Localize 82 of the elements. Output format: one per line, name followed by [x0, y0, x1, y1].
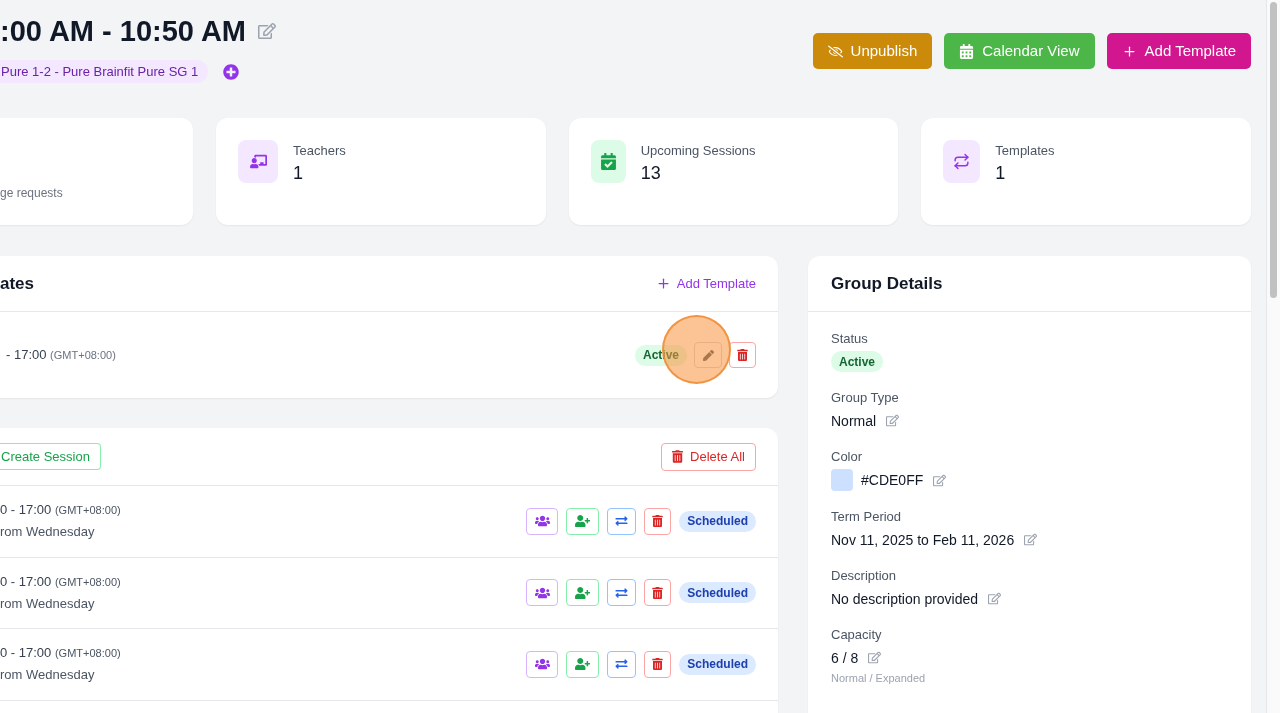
scrollbar-thumb[interactable] [1270, 2, 1277, 298]
unpublish-button[interactable]: Unpublish [812, 33, 933, 69]
users-icon [534, 586, 550, 599]
add-student-button[interactable] [566, 650, 600, 678]
teacher-board-icon [238, 140, 278, 183]
field-label: Capacity [831, 627, 882, 643]
edit-icon[interactable] [1024, 533, 1038, 546]
field-label: Status [831, 331, 868, 347]
field-value: 6 / 8 [831, 648, 859, 668]
swap-arrows-icon [615, 586, 629, 599]
stat-label: Upcoming Sessions [640, 142, 756, 159]
card-title: Group Details [831, 272, 943, 295]
swap-button[interactable] [607, 650, 637, 678]
field-value: Normal [831, 411, 877, 431]
repeat-arrows-icon [943, 140, 981, 183]
field-value: Nov 11, 2025 to Feb 11, 2026 [831, 530, 1015, 550]
delete-button[interactable] [644, 507, 672, 535]
plus-icon [1121, 43, 1137, 59]
stat-value: 1 [293, 162, 303, 185]
session-note: rom Wednesday [0, 595, 96, 612]
calendar-icon [959, 43, 975, 59]
calendar-view-button[interactable]: Calendar View [944, 33, 1095, 69]
stat-label: Templates [995, 142, 1055, 159]
trash-icon [652, 586, 664, 599]
session-time: 0 - 17:00 (GMT+08:00) [0, 502, 121, 519]
status-badge: Scheduled [679, 653, 756, 675]
trash-icon [737, 349, 748, 361]
trash-icon [652, 658, 664, 671]
add-student-button[interactable] [566, 507, 600, 535]
users-icon [534, 658, 550, 671]
trash-icon [672, 450, 684, 463]
students-button[interactable] [526, 579, 559, 607]
field-label: Term Period [831, 509, 902, 525]
edit-icon[interactable] [868, 651, 882, 664]
edit-icon[interactable] [988, 592, 1002, 605]
template-time: - 17:00 (GMT+08:00) [6, 346, 116, 365]
page-title: :00 AM - 10:50 AM [0, 14, 247, 48]
card-title: ates [0, 272, 35, 295]
swap-button[interactable] [607, 507, 637, 535]
swap-arrows-icon [615, 658, 629, 671]
add-template-link[interactable]: Add Template [655, 273, 756, 294]
status-badge: Active [831, 351, 884, 372]
trash-icon [652, 515, 664, 528]
delete-all-button[interactable]: Delete All [661, 442, 756, 471]
status-badge: Scheduled [679, 510, 756, 532]
session-time: 0 - 17:00 (GMT+08:00) [0, 573, 121, 590]
session-time: 0 - 17:00 (GMT+08:00) [0, 645, 121, 662]
field-note: Normal / Expanded [831, 671, 926, 685]
students-button[interactable] [526, 650, 559, 678]
stat-value: 1 [995, 162, 1006, 185]
status-badge: Scheduled [679, 582, 756, 604]
add-student-button[interactable] [566, 579, 600, 607]
add-template-button[interactable]: Add Template [1106, 33, 1251, 69]
field-label: Group Type [831, 390, 899, 406]
stat-label: Teachers [293, 142, 346, 159]
students-button[interactable] [526, 507, 559, 535]
swap-arrows-icon [615, 515, 629, 528]
swap-button[interactable] [607, 579, 637, 607]
field-label: Color [831, 449, 863, 465]
edit-button[interactable] [694, 342, 722, 368]
plus-icon [655, 276, 671, 291]
field-value: No description provided [831, 589, 979, 609]
eye-slash-icon [827, 43, 843, 59]
edit-icon[interactable] [886, 414, 900, 427]
user-plus-icon [575, 515, 591, 528]
session-note: rom Wednesday [0, 667, 96, 684]
session-note: rom Wednesday [0, 524, 96, 541]
calendar-check-icon [590, 140, 626, 183]
stat-caption: ge requests [0, 185, 63, 202]
user-plus-icon [575, 658, 591, 671]
stat-value: 13 [640, 162, 661, 185]
edit-icon[interactable] [933, 473, 947, 487]
users-icon [534, 515, 550, 528]
field-value: #CDE0FF [861, 471, 924, 490]
delete-button[interactable] [644, 579, 672, 607]
field-label: Description [831, 568, 897, 584]
user-plus-icon [575, 586, 591, 599]
create-session-button[interactable]: Create Session [0, 443, 101, 470]
pencil-icon [702, 349, 714, 361]
delete-button[interactable] [729, 342, 756, 368]
group-tag: Pure 1-2 - Pure Brainfit Pure SG 1 [0, 60, 209, 83]
delete-button[interactable] [644, 650, 672, 678]
